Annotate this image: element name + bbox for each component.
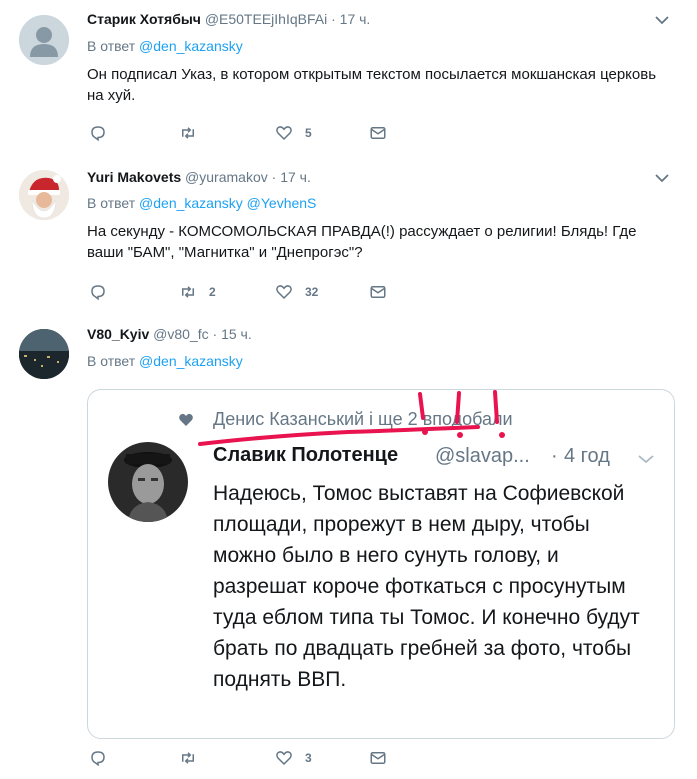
chevron-down-icon[interactable] (655, 173, 669, 183)
separator-dot: · (331, 11, 336, 27)
separator-dot: · (551, 445, 558, 467)
santa-avatar-icon (19, 170, 69, 220)
dm-button[interactable] (369, 748, 387, 768)
dm-button[interactable] (369, 282, 387, 302)
retweet-icon (182, 286, 194, 298)
reply-button[interactable] (89, 123, 107, 143)
avatar[interactable] (19, 329, 69, 379)
mention-link[interactable]: @YevhenS (247, 195, 317, 211)
dm-button[interactable] (369, 123, 387, 143)
heart-icon (179, 413, 193, 426)
retweet-button[interactable]: 2 (179, 282, 216, 302)
chevron-down-icon[interactable] (655, 15, 669, 25)
tweet-text: На секунду - КОМСОМОЛЬСКАЯ ПРАВДА(!) рас… (87, 223, 637, 261)
display-name[interactable]: V80_Kyiv (87, 326, 149, 342)
reply-button[interactable] (89, 282, 107, 302)
user-handle[interactable]: @v80_fc (153, 326, 208, 342)
heart-icon (276, 285, 292, 300)
tweet-header: V80_Kyiv @v80_fc · 15 ч. (87, 326, 252, 342)
timestamp[interactable]: 15 ч. (221, 326, 252, 342)
display-name[interactable]: Yuri Makovets (87, 169, 181, 185)
reply-icon (91, 285, 105, 301)
bw-portrait-icon (108, 442, 188, 522)
quoted-timestamp: 4 год (564, 445, 610, 467)
display-name[interactable]: Старик Хотябыч (87, 11, 201, 27)
envelope-icon (370, 286, 386, 298)
like-button[interactable]: 3 (275, 748, 312, 768)
reply-prefix: В ответ (87, 195, 136, 211)
action-bar: 2 32 (87, 282, 407, 302)
action-bar: 3 (87, 748, 407, 768)
action-bar: 5 (87, 123, 407, 143)
like-count: 32 (305, 285, 319, 299)
reply-context: В ответ @den_kazansky (87, 38, 243, 54)
separator-dot: · (271, 169, 277, 185)
chevron-down-icon (638, 455, 654, 464)
attached-image[interactable]: Денис Казанський і ще 2 вподобали Славик… (87, 389, 675, 739)
tweet-header: Yuri Makovets @yuramakov · 17 ч. (87, 169, 311, 185)
like-count: 5 (305, 126, 312, 140)
tweet-header: Старик Хотябыч @E50TEEjIhIqBFAi · 17 ч. (87, 11, 370, 27)
like-button[interactable]: 32 (275, 282, 318, 302)
envelope-icon (370, 127, 386, 139)
retweet-button[interactable] (179, 748, 197, 768)
reply-context: В ответ @den_kazansky (87, 353, 243, 369)
mention-link[interactable]: @den_kazansky (139, 38, 243, 54)
envelope-icon (370, 752, 386, 764)
reply-context: В ответ @den_kazansky @YevhenS (87, 195, 316, 211)
reply-icon (91, 126, 105, 142)
tweet[interactable]: Старик Хотябыч @E50TEEjIhIqBFAi · 17 ч. … (0, 0, 697, 155)
separator-dot: · (212, 326, 218, 342)
retweet-button[interactable] (179, 123, 197, 143)
city-night-avatar-icon (19, 329, 69, 379)
retweet-icon (182, 752, 194, 764)
retweet-count: 2 (209, 285, 216, 299)
mention-link[interactable]: @den_kazansky (139, 195, 243, 211)
like-button[interactable]: 5 (275, 123, 312, 143)
heart-icon (276, 126, 292, 141)
retweet-icon (182, 127, 194, 139)
timestamp[interactable]: 17 ч. (340, 11, 371, 27)
reply-button[interactable] (89, 748, 107, 768)
quoted-display-name: Славик Полотенце (213, 444, 399, 466)
tweet-text: Он подписал Указ, в котором открытым тек… (87, 66, 657, 104)
mention-link[interactable]: @den_kazansky (139, 353, 243, 369)
liked-by-notice: Денис Казанський і ще 2 вподобали (213, 409, 513, 429)
user-handle[interactable]: @E50TEEjIhIqBFAi (205, 11, 327, 27)
tweet[interactable]: Yuri Makovets @yuramakov · 17 ч. В ответ… (0, 154, 697, 315)
user-handle[interactable]: @yuramakov (185, 169, 268, 185)
quoted-tweet-text: Надеюсь, Томос выставят на Софиевской пл… (213, 482, 640, 691)
default-profile-icon (19, 15, 69, 65)
reply-prefix: В ответ (87, 353, 136, 369)
heart-icon (276, 751, 292, 766)
quoted-user-handle: @slavap... (435, 445, 530, 467)
avatar[interactable] (19, 15, 69, 65)
avatar (108, 442, 188, 522)
timestamp[interactable]: 17 ч. (280, 169, 311, 185)
avatar[interactable] (19, 170, 69, 220)
like-count: 3 (305, 751, 312, 765)
reply-icon (91, 751, 105, 767)
reply-prefix: В ответ (87, 38, 136, 54)
